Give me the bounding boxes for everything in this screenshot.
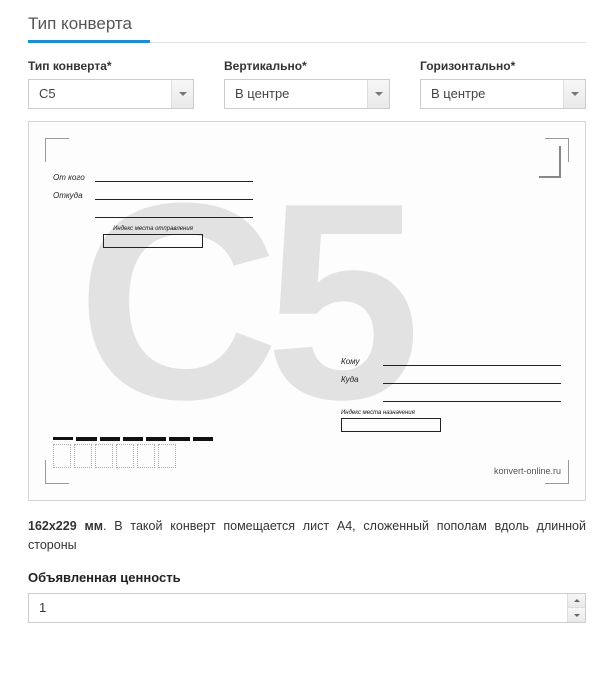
select-vertical[interactable]: В центре — [224, 79, 390, 109]
select-vertical-value: В центре — [224, 79, 390, 109]
select-envelope-type[interactable]: C5 — [28, 79, 194, 109]
envelope-canvas: От кого Откуда Индекс места отправления … — [53, 146, 561, 476]
field-vertical: Вертикально* В центре — [224, 59, 390, 109]
recipient-index-box — [341, 418, 441, 432]
section-title: Тип конверта — [28, 14, 586, 43]
envelope-dimensions: 162х229 мм — [28, 519, 103, 533]
envelope-description-text: . В такой конверт помещается лист А4, сл… — [28, 519, 586, 552]
recipient-index-caption: Индекс места назначения — [341, 410, 561, 416]
envelope-preview: C5 От кого Откуда Индекс места отправлен… — [28, 121, 586, 501]
field-horizontal: Горизонтально* В центре — [420, 59, 586, 109]
site-watermark: konvert-online.ru — [494, 466, 561, 476]
chevron-up-icon — [574, 599, 580, 602]
label-declared-value: Объявленная ценность — [28, 570, 586, 585]
step-down-button[interactable] — [568, 608, 585, 622]
recipient-addr-label: Куда — [341, 375, 383, 384]
sender-block: От кого Откуда Индекс места отправления — [53, 172, 253, 248]
step-up-button[interactable] — [568, 594, 585, 609]
label-vertical: Вертикально* — [224, 59, 390, 73]
chevron-down-icon — [574, 614, 580, 617]
sender-name-label: От кого — [53, 173, 95, 182]
field-envelope-type: Тип конверта* C5 — [28, 59, 194, 109]
envelope-description: 162х229 мм. В такой конверт помещается л… — [28, 517, 586, 556]
recipient-block: Кому Куда Индекс места назначения — [341, 356, 561, 432]
label-horizontal: Горизонтально* — [420, 59, 586, 73]
declared-value-stepper[interactable] — [28, 593, 586, 623]
corner-mark-icon — [45, 138, 69, 162]
barcode-icon — [53, 437, 213, 441]
index-digit-cells — [53, 444, 213, 468]
recipient-name-label: Кому — [341, 357, 383, 366]
select-horizontal-value: В центре — [420, 79, 586, 109]
select-horizontal[interactable]: В центре — [420, 79, 586, 109]
sender-addr-label: Откуда — [53, 191, 95, 200]
select-envelope-type-value: C5 — [28, 79, 194, 109]
postal-index-area — [53, 437, 213, 468]
controls-row: Тип конверта* C5 Вертикально* В центре Г… — [28, 59, 586, 109]
label-envelope-type: Тип конверта* — [28, 59, 194, 73]
declared-value-input[interactable] — [28, 593, 586, 623]
sender-index-box — [103, 234, 203, 248]
stamp-area-icon — [511, 146, 561, 206]
sender-index-caption: Индекс места отправления — [53, 226, 253, 232]
